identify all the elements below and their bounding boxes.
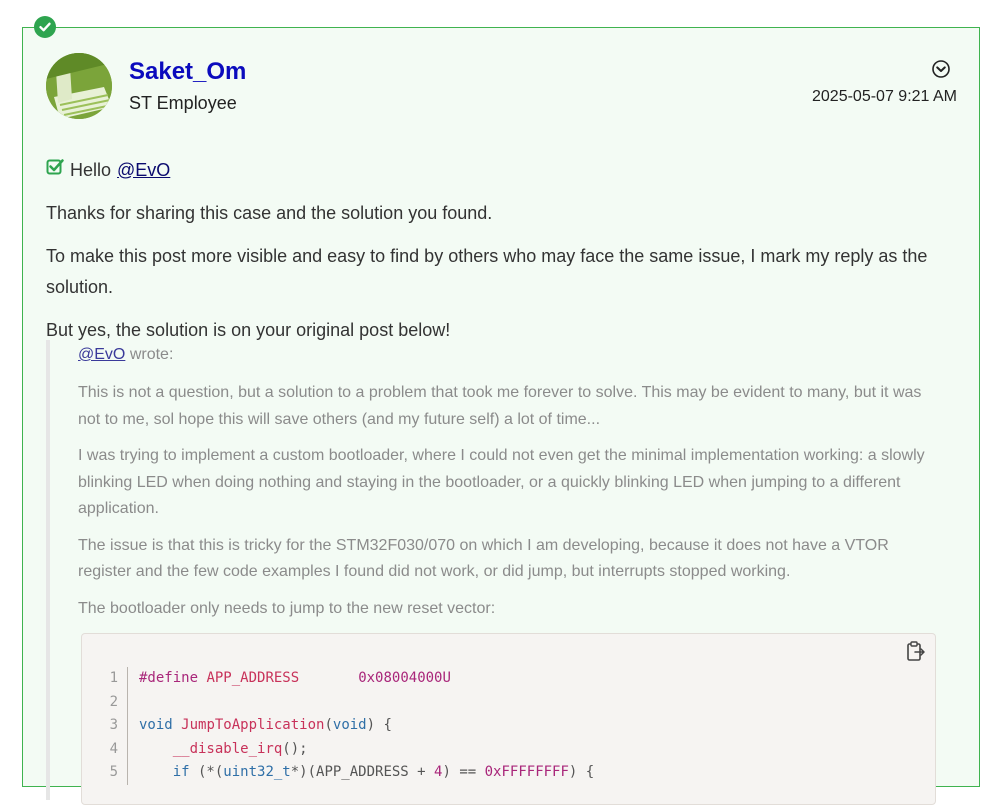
quote-paragraph: This is not a question, but a solution t… bbox=[78, 384, 922, 428]
code-line: 1 #define APP_ADDRESS 0x08004000U bbox=[82, 667, 594, 691]
line-number: 1 bbox=[82, 667, 128, 691]
quote-attribution: @EvO wrote: bbox=[78, 344, 931, 370]
solved-check-icon bbox=[34, 16, 56, 38]
post-date: 2025-05-07 9:21 AM bbox=[812, 88, 957, 105]
code-line: 2 bbox=[82, 690, 594, 714]
author-role: ST Employee bbox=[129, 93, 237, 113]
code-line: 3 void JumpToApplication(void) { bbox=[82, 714, 594, 738]
author-avatar[interactable] bbox=[46, 53, 112, 119]
copy-code-button[interactable] bbox=[905, 640, 927, 664]
line-number: 4 bbox=[82, 737, 128, 761]
clipboard-copy-icon bbox=[907, 641, 925, 661]
author-name-link[interactable]: Saket_Om bbox=[129, 58, 246, 86]
checkbox-checked-icon bbox=[46, 155, 64, 186]
greeting-line: Hello @EvO bbox=[46, 156, 951, 184]
chevron-down-circle-icon bbox=[932, 60, 950, 78]
reply-paragraph: Thanks for sharing this case and the sol… bbox=[46, 203, 493, 223]
wrote-label: wrote: bbox=[129, 346, 174, 363]
accepted-solution-post: Saket_Om ST Employee 2025-05-07 9:21 AM … bbox=[22, 27, 980, 805]
post-body: Hello @EvO Thanks for sharing this case … bbox=[46, 156, 951, 358]
quote-author-link[interactable]: @EvO bbox=[78, 346, 125, 363]
quote-paragraph: I was trying to implement a custom bootl… bbox=[78, 447, 925, 517]
quote-paragraph: The issue is that this is tricky for the… bbox=[78, 536, 889, 581]
post-options-button[interactable] bbox=[931, 59, 951, 79]
code-block: 1 #define APP_ADDRESS 0x08004000U 2 3 vo… bbox=[81, 633, 936, 805]
user-mention-link[interactable]: @EvO bbox=[117, 155, 170, 186]
quoted-original-post: @EvO wrote: This is not a question, but … bbox=[46, 340, 936, 805]
reply-paragraph: To make this post more visible and easy … bbox=[46, 246, 928, 297]
code-lines: 1 #define APP_ADDRESS 0x08004000U 2 3 vo… bbox=[82, 667, 594, 785]
line-number: 3 bbox=[82, 714, 128, 738]
code-line: 4 __disable_irq(); bbox=[82, 737, 594, 761]
line-number: 2 bbox=[82, 690, 128, 714]
greeting-text: Hello bbox=[70, 159, 112, 180]
quote-paragraph: The bootloader only needs to jump to the… bbox=[78, 599, 496, 617]
